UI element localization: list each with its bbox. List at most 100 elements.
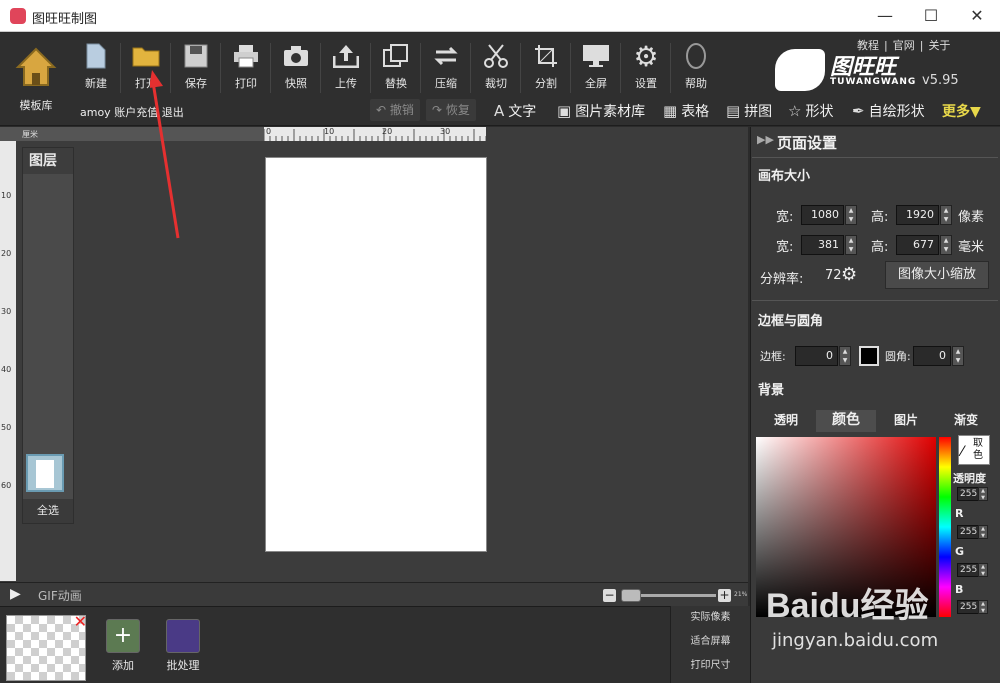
star-icon: ☆ xyxy=(788,102,802,120)
toolbar-divider xyxy=(670,43,671,93)
maximize-button[interactable]: ☐ xyxy=(908,0,954,32)
eyedropper-icon: ⁄ xyxy=(961,444,964,460)
shape-tool-button[interactable]: ☆ 形状 xyxy=(788,101,833,121)
folder-icon xyxy=(131,41,161,71)
fullscreen-button[interactable]: 全屏 xyxy=(572,39,620,95)
pick-color-label: 取色 xyxy=(973,438,983,461)
toolbar-divider xyxy=(320,43,321,93)
floppy-icon xyxy=(181,41,211,71)
width-px-input[interactable]: 1080 xyxy=(801,205,844,225)
toolbar-divider xyxy=(570,43,571,93)
template-library-label: 模板库 xyxy=(19,99,53,112)
add-frame-button[interactable]: + 添加 xyxy=(103,619,143,673)
actual-pixels-option[interactable]: 实际像素 xyxy=(671,606,750,630)
width-px-stepper[interactable]: ▲ ▼ xyxy=(845,205,857,225)
dpi-gear-icon[interactable]: ⚙ xyxy=(841,264,857,285)
toolbar-divider xyxy=(370,43,371,93)
g-label: G xyxy=(955,545,965,558)
template-library-button[interactable]: 模板库 xyxy=(10,45,62,115)
about-link[interactable]: 关于 xyxy=(928,39,950,52)
gif-animation-bar: ▶ GIF动画 − + 21% xyxy=(0,582,748,606)
print-button[interactable]: 打印 xyxy=(222,39,270,95)
batch-process-button[interactable]: 批处理 xyxy=(163,619,203,673)
redo-button[interactable]: ↷ 恢复 xyxy=(426,99,476,121)
r-label: R xyxy=(955,507,964,520)
fit-screen-option[interactable]: 适合屏幕 xyxy=(671,630,750,654)
compress-button[interactable]: 压缩 xyxy=(422,39,470,95)
replace-icon xyxy=(381,41,411,71)
settings-button[interactable]: ⚙ 设置 xyxy=(622,39,670,95)
split-label: 分割 xyxy=(535,77,557,90)
resize-image-button[interactable]: 图像大小缩放 xyxy=(885,261,989,289)
help-button[interactable]: 帮助 xyxy=(672,39,720,95)
crop-icon xyxy=(531,41,561,71)
corner-radius-stepper[interactable]: ▲ ▼ xyxy=(952,346,964,366)
table-tool-button[interactable]: ▦ 表格 xyxy=(663,101,709,121)
table-tool-label: 表格 xyxy=(681,104,710,120)
height-mm-label: 高: xyxy=(871,240,889,255)
height-mm-stepper[interactable]: ▲ ▼ xyxy=(940,235,952,255)
panel-collapse-icon[interactable]: ▶▶ xyxy=(757,133,774,146)
tab-gradient[interactable]: 渐变 xyxy=(936,410,996,432)
tab-color[interactable]: 颜色 xyxy=(816,410,876,432)
border-color-swatch[interactable] xyxy=(859,346,879,366)
batch-process-label: 批处理 xyxy=(166,659,200,672)
new-label: 新建 xyxy=(85,77,107,90)
delete-frame-icon[interactable]: ✕ xyxy=(74,612,87,631)
design-canvas[interactable] xyxy=(265,157,487,552)
minimize-button[interactable]: — xyxy=(862,0,908,32)
upload-label: 上传 xyxy=(335,77,357,90)
print-size-option[interactable]: 打印尺寸 xyxy=(671,654,750,678)
opacity-stepper[interactable]: ▲ ▼ xyxy=(978,487,988,501)
replace-button[interactable]: 替换 xyxy=(372,39,420,95)
more-button[interactable]: 更多▼ xyxy=(942,101,981,121)
layers-panel: 图层 全选 xyxy=(22,147,74,524)
width-mm-stepper[interactable]: ▲ ▼ xyxy=(845,235,857,255)
corner-radius-input[interactable]: 0 xyxy=(913,346,951,366)
layers-title: 图层 xyxy=(23,148,73,174)
title-bar: 图旺旺制图 — ☐ ✕ xyxy=(0,0,1000,32)
compress-arrows-icon xyxy=(431,41,461,71)
new-button[interactable]: 新建 xyxy=(72,39,120,95)
ruler-tick-label: 20 xyxy=(382,127,393,136)
add-frame-label: 添加 xyxy=(112,659,134,672)
width-mm-input[interactable]: 381 xyxy=(801,235,844,255)
split-button[interactable]: 分割 xyxy=(522,39,570,95)
height-mm-input[interactable]: 677 xyxy=(896,235,939,255)
play-icon[interactable]: ▶ xyxy=(10,586,21,602)
image-library-button[interactable]: ▣ 图片素材库 xyxy=(557,101,645,121)
scissors-icon xyxy=(481,41,511,71)
collage-tool-button[interactable]: ▤ 拼图 xyxy=(726,101,772,121)
ruler-unit: 厘米 xyxy=(22,130,38,139)
app-icon xyxy=(10,8,26,24)
toolbar-divider xyxy=(520,43,521,93)
gif-label: GIF动画 xyxy=(38,589,82,603)
height-px-input[interactable]: 1920 xyxy=(896,205,939,225)
tab-transparent[interactable]: 透明 xyxy=(756,410,816,432)
ruler-tick-label: 30 xyxy=(1,307,12,316)
new-file-icon xyxy=(81,41,111,71)
custom-shape-button[interactable]: ✒ 自绘形状 xyxy=(852,101,925,121)
snapshot-button[interactable]: 快照 xyxy=(272,39,320,95)
eyedropper-button[interactable]: ⁄ 取色 xyxy=(958,435,990,465)
crop-cut-button[interactable]: 裁切 xyxy=(472,39,520,95)
text-tool-button[interactable]: A 文字 xyxy=(494,101,536,121)
layer-thumbnail[interactable] xyxy=(26,454,64,492)
border-width-stepper[interactable]: ▲ ▼ xyxy=(839,346,851,366)
height-px-stepper[interactable]: ▲ ▼ xyxy=(940,205,952,225)
zoom-out-button[interactable]: − xyxy=(603,589,616,602)
border-width-input[interactable]: 0 xyxy=(795,346,838,366)
r-stepper[interactable]: ▲ ▼ xyxy=(978,525,988,539)
official-site-link[interactable]: 官网 xyxy=(893,39,915,52)
frame-thumbnail[interactable]: ✕ xyxy=(6,612,87,681)
zoom-slider-handle[interactable] xyxy=(621,589,641,602)
undo-button[interactable]: ↶ 撤销 xyxy=(370,99,420,121)
tab-image[interactable]: 图片 xyxy=(876,410,936,432)
ruler-tick-label: 30 xyxy=(440,127,451,136)
corner-label: 圆角: xyxy=(885,350,911,363)
select-all-button[interactable]: 全选 xyxy=(23,499,73,523)
help-label: 帮助 xyxy=(685,77,707,90)
upload-button[interactable]: 上传 xyxy=(322,39,370,95)
zoom-in-button[interactable]: + xyxy=(718,589,731,602)
close-button[interactable]: ✕ xyxy=(954,0,1000,32)
